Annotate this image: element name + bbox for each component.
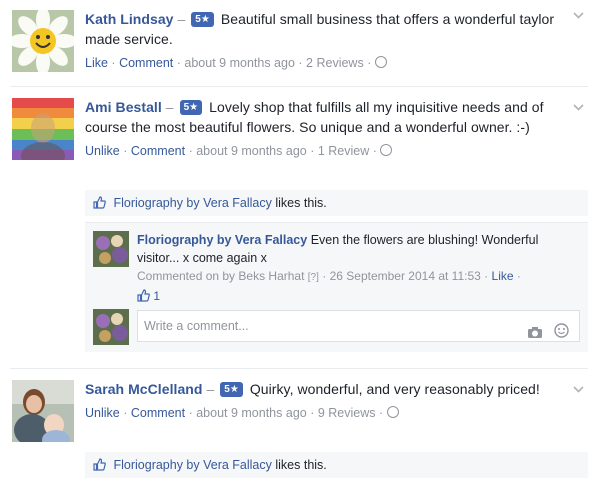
- comment-input[interactable]: Write a comment...: [137, 310, 580, 342]
- reply-like-link[interactable]: Like: [492, 269, 514, 283]
- globe-icon: [380, 144, 393, 156]
- like-link[interactable]: Like: [85, 56, 108, 70]
- chevron-down-icon[interactable]: [573, 10, 584, 20]
- rating-badge: 5★: [191, 12, 214, 27]
- page-avatar[interactable]: [93, 231, 129, 267]
- likes-summary: Floriography by Vera Fallacy likes this.: [85, 190, 588, 216]
- comment-link[interactable]: Comment: [119, 56, 173, 70]
- avatar[interactable]: [12, 98, 74, 160]
- separator-dash: –: [177, 11, 186, 27]
- rating-badge: 5★: [179, 100, 203, 115]
- commenter-name[interactable]: Beks Harhat: [238, 269, 304, 283]
- review-actions: Like · Comment · about 9 months ago · 2 …: [85, 53, 567, 73]
- timestamp[interactable]: about 9 months ago: [196, 144, 307, 158]
- review-body: Quirky, wonderful, and very reasonably p…: [249, 381, 540, 397]
- unlike-link[interactable]: Unlike: [85, 406, 120, 420]
- reviewer-name[interactable]: Ami Bestall: [85, 99, 162, 115]
- review-count[interactable]: 9 Reviews: [318, 406, 376, 420]
- reply-author-link[interactable]: Floriography by Vera Fallacy: [137, 233, 307, 247]
- globe-icon: [374, 56, 387, 68]
- review-count[interactable]: 2 Reviews: [306, 56, 364, 70]
- review-text: Ami Bestall – 5★ Lovely shop that fulfil…: [85, 97, 567, 137]
- reply-like-count[interactable]: 1: [137, 287, 578, 307]
- avatar[interactable]: [12, 380, 74, 442]
- timestamp[interactable]: about 9 months ago: [184, 56, 295, 70]
- thumbs-up-icon: [93, 454, 106, 480]
- reviewer-name[interactable]: Kath Lindsay: [85, 11, 174, 27]
- thumbs-up-icon: [93, 192, 106, 218]
- liker-page-link[interactable]: Floriography by Vera Fallacy: [113, 196, 271, 210]
- reply-thread: Floriography by Vera Fallacy Even the fl…: [85, 222, 588, 352]
- reply-comment: Floriography by Vera Fallacy Even the fl…: [137, 231, 578, 307]
- rating-badge: 5★: [220, 382, 243, 397]
- divider: [10, 86, 588, 87]
- separator-dash: –: [165, 99, 174, 115]
- unlike-link[interactable]: Unlike: [85, 144, 120, 158]
- thumbs-up-icon: [137, 289, 150, 307]
- review-actions: Unlike · Comment · about 9 months ago · …: [85, 403, 567, 423]
- chevron-down-icon[interactable]: [573, 384, 584, 394]
- globe-icon: [386, 406, 399, 418]
- liker-page-link[interactable]: Floriography by Vera Fallacy: [113, 458, 271, 472]
- camera-icon[interactable]: [527, 320, 543, 350]
- user-avatar: [93, 309, 129, 345]
- reply-date[interactable]: 26 September 2014 at 11:53: [330, 269, 481, 283]
- review-text: Kath Lindsay – 5★ Beautiful small busine…: [85, 9, 567, 49]
- review-count[interactable]: 1 Review: [318, 144, 369, 158]
- separator-dash: –: [206, 381, 215, 397]
- avatar[interactable]: [12, 10, 74, 72]
- chevron-down-icon[interactable]: [573, 102, 584, 112]
- comment-link[interactable]: Comment: [131, 406, 185, 420]
- review-text: Sarah McClelland – 5★ Quirky, wonderful,…: [85, 379, 567, 399]
- reply-meta: Commented on by Beks Harhat [?] · 26 Sep…: [137, 269, 521, 283]
- help-mark[interactable]: [?]: [308, 272, 319, 283]
- divider: [10, 368, 588, 369]
- comment-link[interactable]: Comment: [131, 144, 185, 158]
- likes-summary: Floriography by Vera Fallacy likes this.: [85, 452, 588, 478]
- reviewer-name[interactable]: Sarah McClelland: [85, 381, 203, 397]
- emoji-icon[interactable]: [554, 319, 569, 349]
- timestamp[interactable]: about 9 months ago: [196, 406, 307, 420]
- review-actions: Unlike · Comment · about 9 months ago · …: [85, 141, 567, 161]
